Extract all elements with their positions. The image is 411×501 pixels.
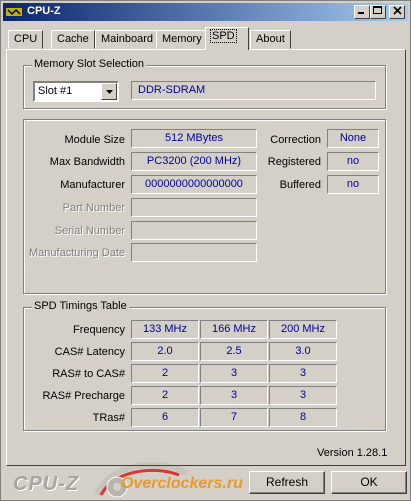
tab-memory-label: Memory (162, 33, 202, 45)
registered-label: Registered (267, 156, 321, 168)
registered-field: no (327, 152, 379, 171)
tab-mainboard[interactable]: Mainboard (95, 30, 159, 49)
timing-cell: 166 MHz (200, 320, 268, 339)
window-title: CPU-Z (27, 5, 61, 17)
slot-select-value: Slot #1 (38, 85, 73, 97)
timing-cell: 3 (200, 364, 268, 383)
maximize-icon (373, 6, 382, 14)
overclockers-logo-text: Overclockers.ru (121, 475, 243, 492)
timing-cell: 2 (131, 364, 199, 383)
part-number-field (131, 198, 257, 217)
cpuz-app-icon (6, 8, 22, 16)
close-icon (392, 6, 402, 15)
buffered-field: no (327, 175, 379, 194)
timing-cell: 2 (131, 386, 199, 405)
timing-cell: 3.0 (269, 342, 337, 361)
maximize-button[interactable] (370, 5, 386, 19)
manufacturer-field: 0000000000000000 (131, 175, 257, 194)
timing-cell: 7 (200, 408, 268, 427)
tab-spd[interactable]: SPD (205, 27, 249, 50)
refresh-button[interactable]: Refresh (249, 471, 325, 494)
timing-cell: 3 (269, 364, 337, 383)
memory-type-field: DDR-SDRAM (131, 81, 376, 100)
timing-cell: 200 MHz (269, 320, 337, 339)
tab-about-label: About (256, 33, 285, 45)
max-bandwidth-field: PC3200 (200 MHz) (131, 152, 257, 171)
correction-field: None (327, 129, 379, 148)
timing-row-label: TRas# (92, 412, 125, 424)
part-number-label: Part Number (62, 202, 125, 214)
serial-number-label: Serial Number (54, 225, 125, 237)
correction-label: Correction (270, 134, 321, 146)
memory-slot-group-title: Memory Slot Selection (32, 58, 147, 70)
timing-row-label: RAS# Precharge (42, 390, 125, 402)
close-button[interactable] (389, 5, 405, 19)
spd-timings-title: SPD Timings Table (32, 300, 129, 312)
tab-spd-label: SPD (210, 29, 237, 43)
serial-number-field (131, 221, 257, 240)
timing-cell: 133 MHz (131, 320, 199, 339)
timing-cell: 8 (269, 408, 337, 427)
timing-row-label: CAS# Latency (54, 346, 125, 358)
module-size-field: 512 MBytes (131, 129, 257, 148)
timing-row-label: Frequency (73, 324, 125, 336)
slot-select[interactable]: Slot #1 (33, 81, 119, 102)
buffered-label: Buffered (279, 179, 321, 191)
timing-cell: 6 (131, 408, 199, 427)
cpuz-window: CPU-Z CPU Cache Mainboard Memory SPD Abo… (0, 0, 411, 501)
timing-cell: 3 (200, 386, 268, 405)
slot-select-dropdown-button[interactable] (101, 83, 117, 100)
manufacturing-date-label: Manufacturing Date (29, 247, 125, 259)
timing-cell: 2.5 (200, 342, 268, 361)
module-size-label: Module Size (64, 134, 125, 146)
tab-cache-label: Cache (57, 33, 89, 45)
minimize-button[interactable] (354, 5, 370, 19)
tab-cpu-label: CPU (14, 33, 38, 45)
timing-cell: 3 (269, 386, 337, 405)
tab-cache[interactable]: Cache (51, 30, 95, 49)
title-bar[interactable]: CPU-Z (3, 3, 408, 21)
ok-button[interactable]: OK (331, 471, 407, 494)
manufacturing-date-field (131, 243, 257, 262)
tab-cpu[interactable]: CPU (8, 30, 44, 49)
timing-row-label: RAS# to CAS# (52, 368, 125, 380)
tab-mainboard-label: Mainboard (101, 33, 153, 45)
minimize-icon (358, 12, 364, 14)
cpuz-brand-logo: CPU-Z (13, 473, 80, 495)
timing-cell: 2.0 (131, 342, 199, 361)
tab-about[interactable]: About (250, 30, 291, 49)
manufacturer-label: Manufacturer (60, 179, 125, 191)
tab-memory[interactable]: Memory (156, 30, 208, 49)
chevron-down-icon (106, 90, 113, 94)
max-bandwidth-label: Max Bandwidth (49, 156, 125, 168)
